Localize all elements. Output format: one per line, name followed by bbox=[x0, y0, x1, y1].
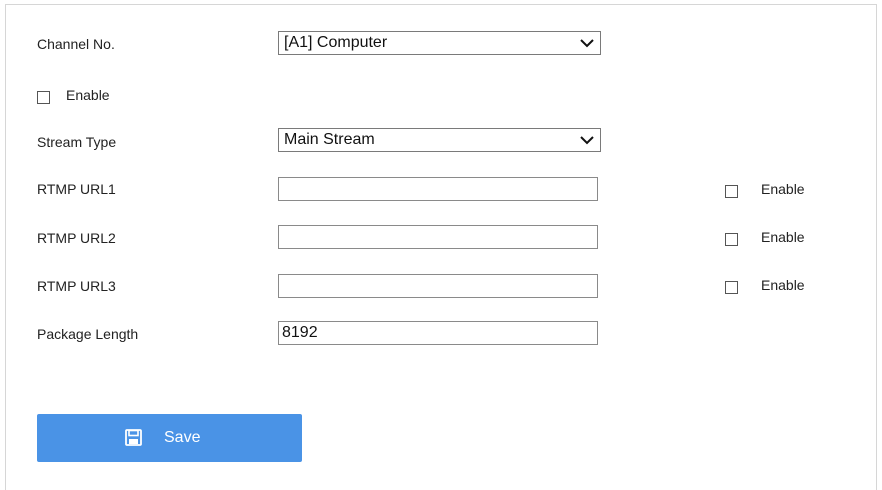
floppy-disk-icon bbox=[125, 429, 142, 446]
rtmp-url2-enable-label: Enable bbox=[761, 229, 805, 245]
chevron-down-icon bbox=[580, 39, 594, 48]
channel-selected-value: [A1] Computer bbox=[284, 34, 388, 51]
rtmp-url3-enable-checkbox[interactable] bbox=[725, 281, 738, 294]
save-button-label: Save bbox=[164, 429, 201, 446]
rtmp-url1-label: RTMP URL1 bbox=[37, 181, 116, 197]
rtmp-url2-input[interactable] bbox=[278, 225, 598, 249]
chevron-down-icon bbox=[580, 136, 594, 145]
channel-label: Channel No. bbox=[37, 36, 115, 52]
package-length-label: Package Length bbox=[37, 326, 139, 342]
rtmp-url1-enable-label: Enable bbox=[761, 181, 805, 197]
stream-type-label: Stream Type bbox=[37, 134, 117, 150]
rtmp-url2-label: RTMP URL2 bbox=[37, 230, 116, 246]
rtmp-url1-enable-checkbox[interactable] bbox=[725, 185, 738, 198]
save-button[interactable]: Save bbox=[37, 414, 302, 462]
enable-checkbox[interactable] bbox=[37, 91, 50, 104]
stream-type-select[interactable]: Main Stream bbox=[278, 128, 601, 152]
stream-type-selected-value: Main Stream bbox=[284, 131, 375, 148]
package-length-input[interactable] bbox=[278, 321, 598, 345]
channel-select[interactable]: [A1] Computer bbox=[278, 31, 601, 55]
rtmp-url3-enable-label: Enable bbox=[761, 277, 805, 293]
rtmp-url1-input[interactable] bbox=[278, 177, 598, 201]
rtmp-url2-enable-checkbox[interactable] bbox=[725, 233, 738, 246]
rtmp-url3-input[interactable] bbox=[278, 274, 598, 298]
rtmp-url3-label: RTMP URL3 bbox=[37, 278, 116, 294]
enable-label: Enable bbox=[66, 87, 110, 103]
